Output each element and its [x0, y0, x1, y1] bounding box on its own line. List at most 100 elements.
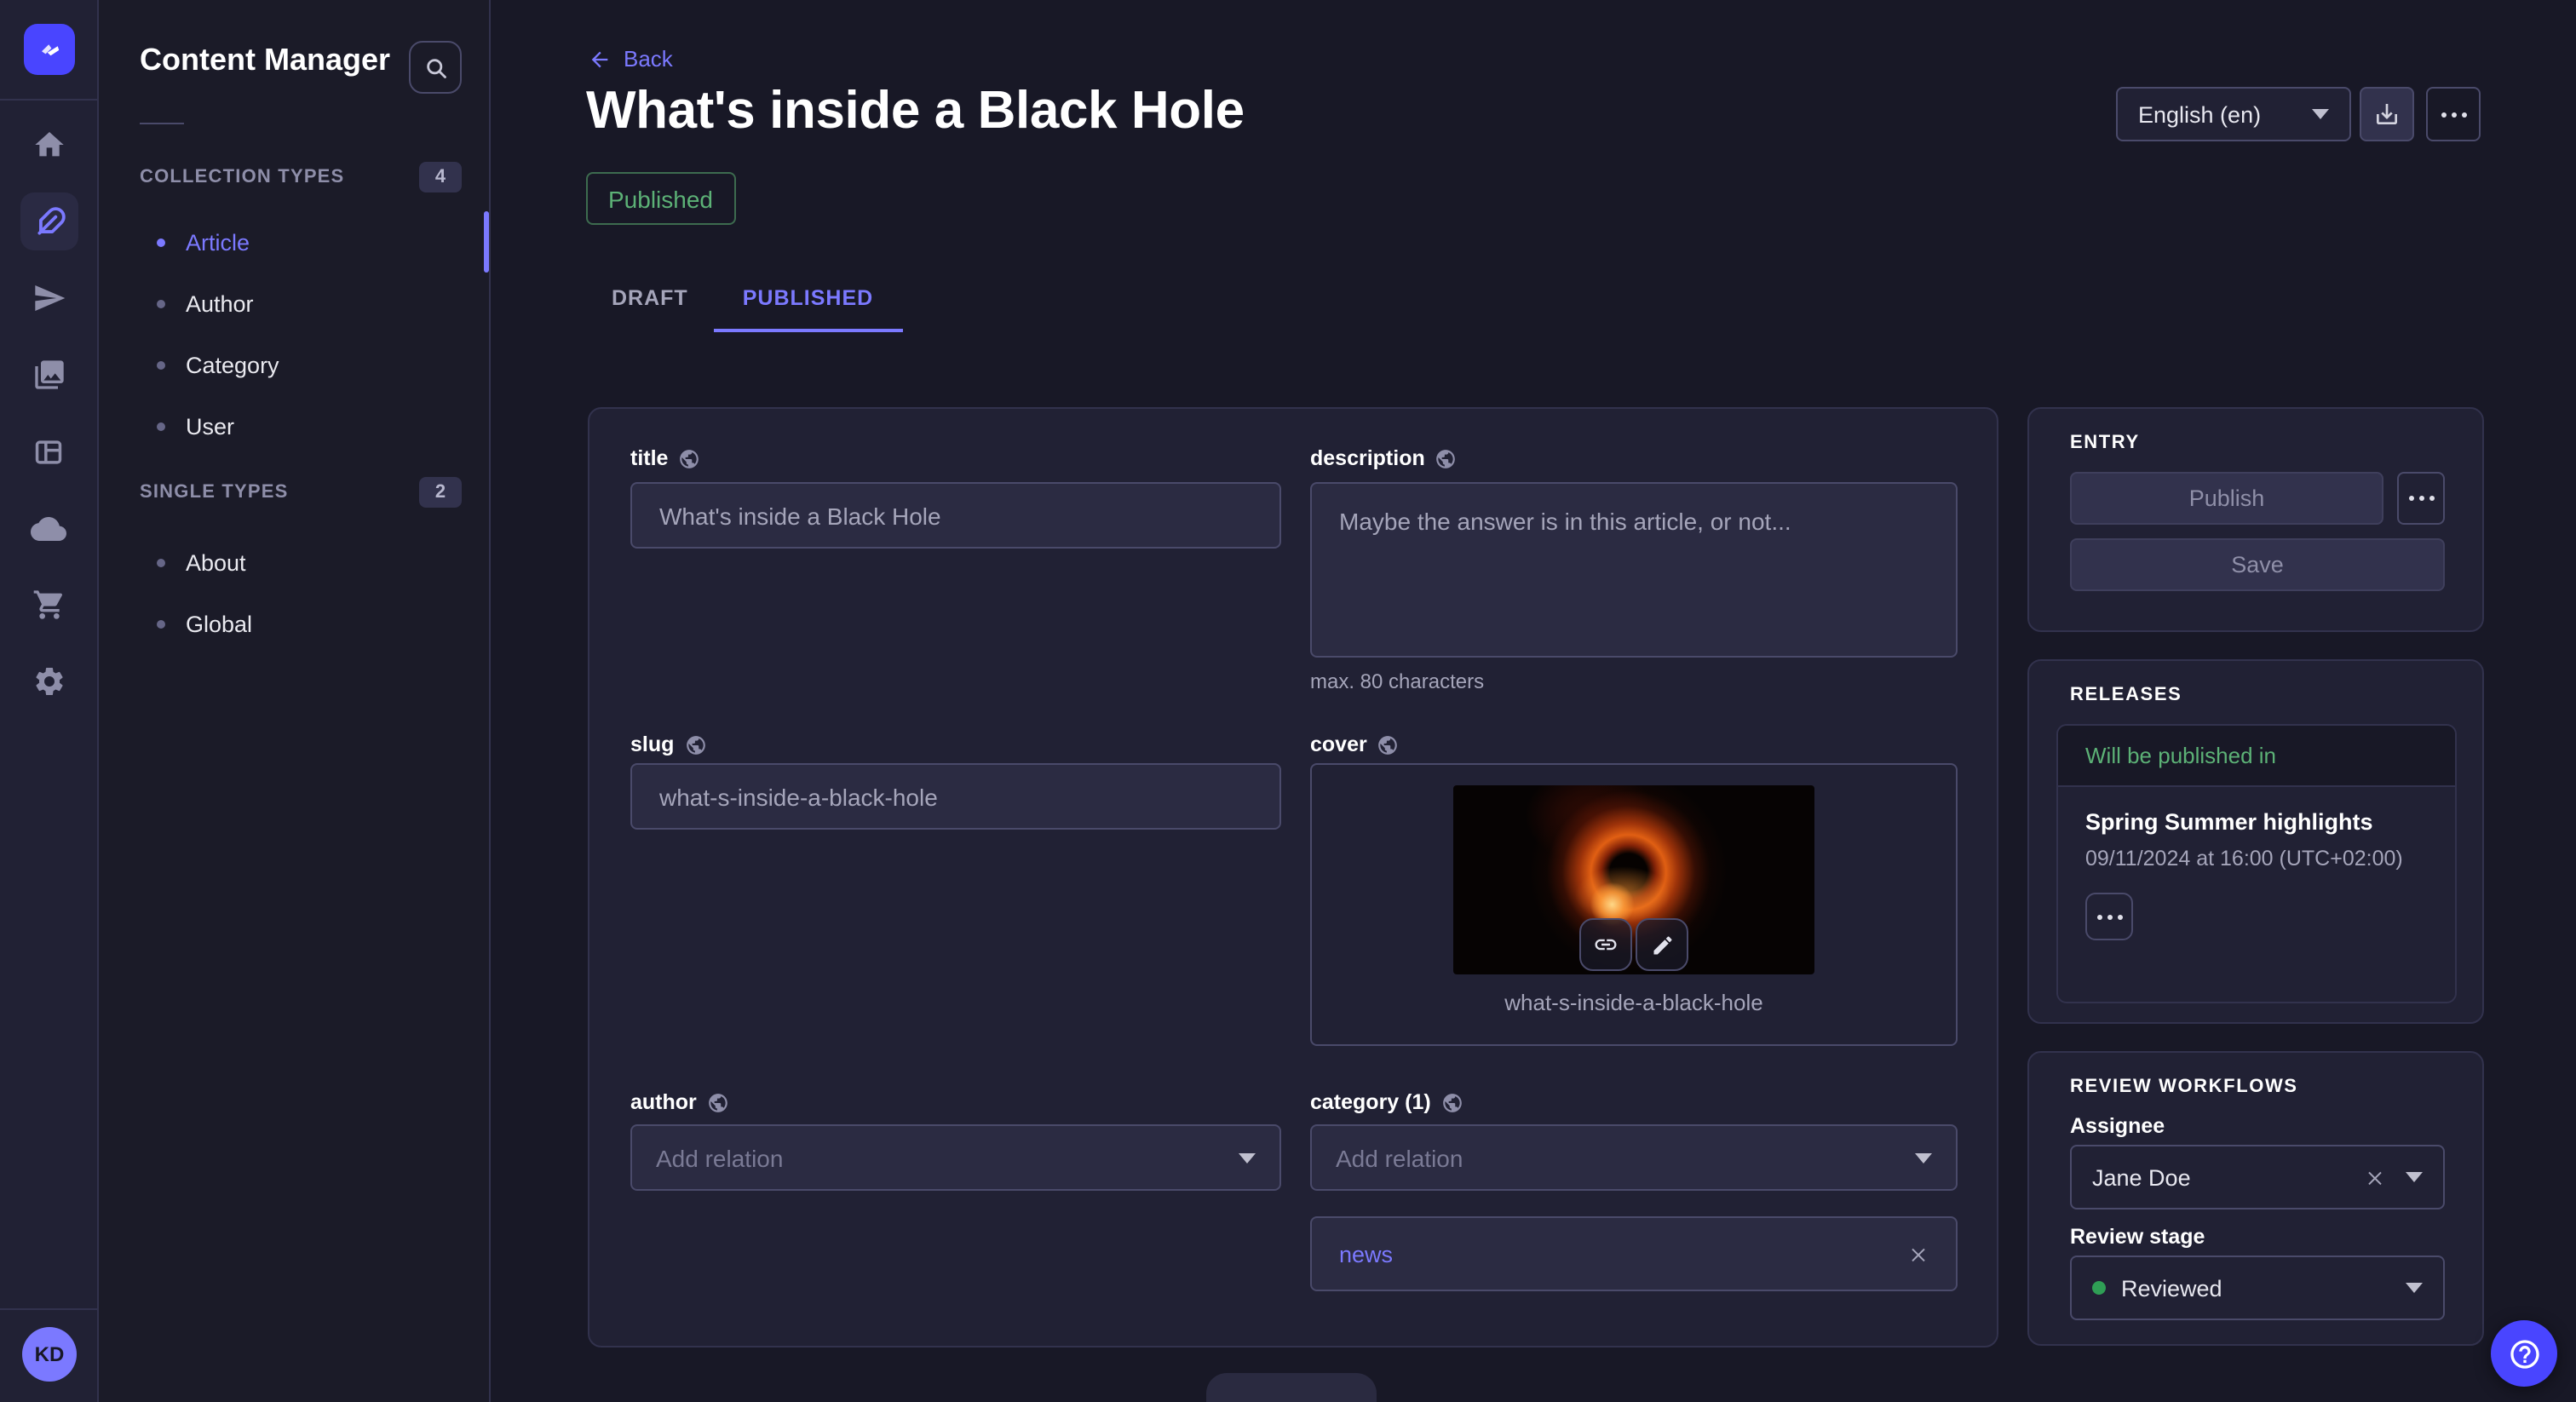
strapi-logo-icon [34, 34, 65, 65]
title-field-label: title [630, 446, 700, 470]
bullet-icon [157, 619, 165, 628]
cloud-icon [31, 510, 66, 546]
help-button[interactable] [2491, 1320, 2557, 1387]
section-label-single-types: SINGLE TYPES [140, 482, 289, 503]
save-button[interactable]: Save [2070, 538, 2445, 591]
sidebar-item-releases[interactable] [0, 269, 97, 327]
remove-relation-button[interactable] [1908, 1244, 1929, 1264]
sidebar-item-category[interactable]: Category [99, 334, 489, 395]
stage-status-dot [2092, 1281, 2106, 1295]
sidebar-item-content-type-builder[interactable] [0, 422, 97, 480]
slug-input[interactable] [630, 763, 1281, 830]
category-relation-select[interactable]: Add relation [1310, 1124, 1958, 1191]
sidebar-item-label: Category [186, 352, 279, 377]
entry-form-panel: title description Maybe the answer is in… [588, 407, 1998, 1347]
author-field-label: author [630, 1090, 729, 1114]
back-label: Back [624, 46, 673, 72]
relation-link-news[interactable]: news [1339, 1241, 1393, 1267]
cover-image[interactable] [1453, 785, 1814, 974]
sidebar-item-home[interactable] [0, 116, 97, 174]
user-avatar[interactable]: KD [22, 1327, 77, 1382]
shopping-cart-icon [32, 588, 66, 622]
releases-panel: RELEASES Will be published in Spring Sum… [2027, 659, 2484, 1024]
review-workflows-heading: REVIEW WORKFLOWS [2070, 1077, 2298, 1097]
publish-button[interactable]: Publish [2070, 472, 2383, 525]
search-button[interactable] [409, 41, 462, 94]
review-stage-combobox[interactable]: Reviewed [2070, 1255, 2445, 1320]
chevron-down-icon [1915, 1152, 1932, 1163]
slug-field-label: slug [630, 733, 706, 756]
collection-types-count-badge: 4 [419, 162, 462, 192]
assignee-combobox[interactable]: Jane Doe [2070, 1145, 2445, 1210]
layout-icon [32, 435, 65, 468]
releases-heading: RELEASES [2070, 685, 2182, 705]
category-relation-item: news [1310, 1216, 1958, 1291]
sidebar-item-settings[interactable] [0, 652, 97, 710]
sidebar-item-cloud[interactable] [0, 499, 97, 557]
pencil-icon [1650, 933, 1674, 957]
locale-globe-icon [678, 447, 700, 469]
locale-value: English (en) [2138, 101, 2261, 127]
sidebar-item-label: User [186, 413, 234, 439]
sidebar-item-media-library[interactable] [0, 346, 97, 404]
locale-globe-icon [684, 733, 706, 756]
entry-panel: ENTRY Publish Save [2027, 407, 2484, 632]
description-textarea[interactable]: Maybe the answer is in this article, or … [1310, 482, 1958, 658]
sidebar-item-user[interactable]: User [99, 395, 489, 457]
export-button[interactable] [2360, 87, 2414, 141]
divider [0, 99, 97, 101]
locale-globe-icon [707, 1091, 729, 1113]
stage-value: Reviewed [2121, 1275, 2222, 1301]
author-relation-select[interactable]: Add relation [630, 1124, 1281, 1191]
release-more-button[interactable] [2085, 893, 2133, 940]
locale-globe-icon [1435, 447, 1458, 469]
field-label-text: cover [1310, 733, 1367, 756]
review-workflows-panel: REVIEW WORKFLOWS Assignee Jane Doe Revie… [2027, 1051, 2484, 1346]
bullet-icon [157, 299, 165, 307]
copy-link-button[interactable] [1579, 918, 1632, 971]
more-icon [2094, 914, 2125, 919]
release-name: Spring Summer highlights [2085, 809, 2428, 835]
field-label-text: description [1310, 446, 1425, 470]
tab-draft[interactable]: DRAFT [586, 267, 714, 332]
locale-selector[interactable]: English (en) [2116, 87, 2351, 141]
divider [0, 1308, 97, 1310]
sidebar-item-label: Author [186, 290, 254, 316]
strapi-logo[interactable] [24, 24, 75, 75]
assignee-value: Jane Doe [2092, 1164, 2191, 1190]
subnav-title: Content Manager [140, 43, 390, 78]
cover-field-label: cover [1310, 733, 1400, 756]
field-label-text: slug [630, 733, 674, 756]
entry-more-button[interactable] [2397, 472, 2445, 525]
app-window: KD Content Manager COLLECTION TYPES 4 Ar… [0, 0, 2576, 1402]
description-hint: max. 80 characters [1310, 669, 1484, 693]
chevron-down-icon [2406, 1283, 2423, 1293]
sidebar-item-about[interactable]: About [99, 531, 489, 593]
tab-published[interactable]: PUBLISHED [714, 267, 902, 332]
scrolled-component-peek[interactable] [1206, 1373, 1377, 1402]
sidebar-item-global[interactable]: Global [99, 593, 489, 654]
sidebar-item-author[interactable]: Author [99, 273, 489, 334]
sidebar-item-content-manager[interactable] [20, 192, 78, 250]
locale-globe-icon [1441, 1091, 1463, 1113]
sidebar-item-marketplace[interactable] [0, 576, 97, 634]
field-label-text: category (1) [1310, 1090, 1431, 1114]
release-body: Spring Summer highlights 09/11/2024 at 1… [2058, 787, 2455, 962]
section-label-collection-types: COLLECTION TYPES [140, 167, 344, 187]
more-actions-button[interactable] [2426, 87, 2481, 141]
category-field-label: category (1) [1310, 1090, 1463, 1114]
cover-filename: what-s-inside-a-black-hole [1312, 990, 1956, 1015]
release-status-banner: Will be published in [2058, 726, 2455, 787]
version-tabs: DRAFT PUBLISHED [586, 267, 902, 332]
back-link[interactable]: Back [588, 46, 673, 72]
close-icon [1908, 1244, 1929, 1264]
sidebar-item-label: About [186, 549, 246, 575]
bullet-icon [157, 558, 165, 566]
more-icon [2438, 112, 2469, 117]
title-input[interactable] [630, 482, 1281, 549]
sidebar-item-article[interactable]: Article [99, 211, 489, 273]
release-date: 09/11/2024 at 16:00 (UTC+02:00) [2085, 847, 2428, 871]
edit-image-button[interactable] [1636, 918, 1688, 971]
clear-assignee-button[interactable] [2365, 1167, 2385, 1187]
divider [140, 123, 184, 124]
